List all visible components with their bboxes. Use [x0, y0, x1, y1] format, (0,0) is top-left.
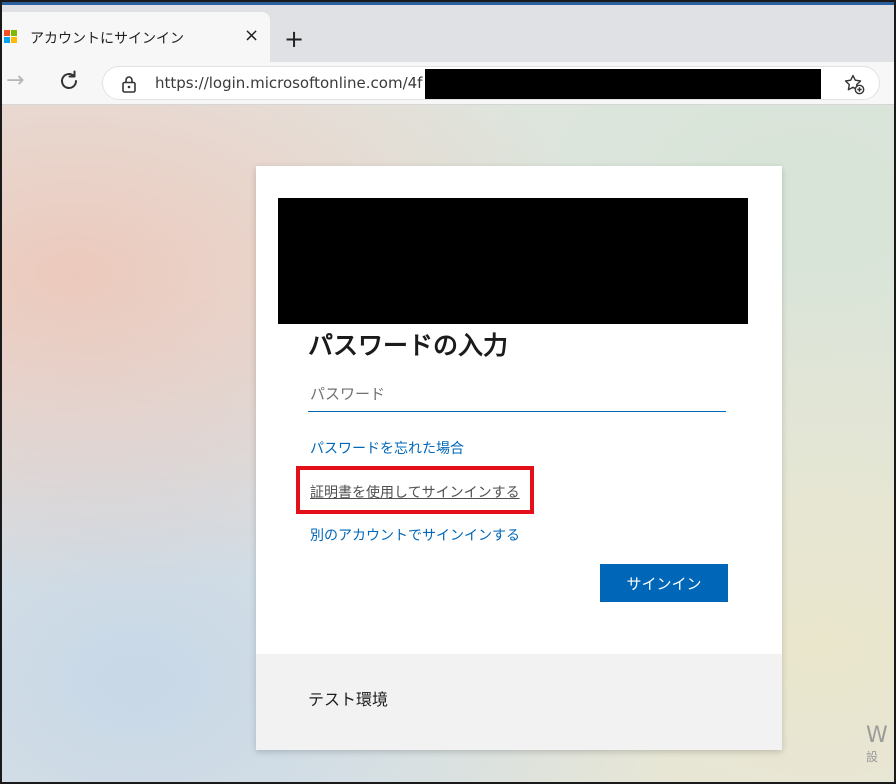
- screenshot-frame: アカウントにサインイン × + → https://login.microsof…: [0, 0, 896, 784]
- favorite-add-icon[interactable]: [843, 73, 865, 95]
- lock-icon: [122, 76, 136, 93]
- watermark-line-2: 設: [866, 750, 879, 764]
- browser-toolbar: → https://login.microsoftonline.com/4f: [2, 62, 894, 105]
- forward-arrow-icon[interactable]: →: [6, 68, 24, 93]
- new-tab-icon[interactable]: +: [284, 26, 304, 52]
- reload-icon[interactable]: [56, 68, 82, 94]
- tab-close-icon[interactable]: ×: [244, 26, 259, 46]
- password-input[interactable]: [308, 376, 726, 412]
- signin-button[interactable]: サインイン: [600, 564, 728, 602]
- forgot-password-link[interactable]: パスワードを忘れた場合: [310, 438, 464, 458]
- use-certificate-link[interactable]: 証明書を使用してサインインする: [310, 482, 520, 502]
- active-tab[interactable]: アカウントにサインイン ×: [2, 12, 270, 62]
- tab-title: アカウントにサインイン: [30, 31, 184, 47]
- watermark-line-1: W: [866, 723, 888, 748]
- redacted-url-block: [425, 69, 821, 99]
- page-title: パスワードの入力: [308, 331, 509, 360]
- redacted-logo-block: [278, 198, 748, 324]
- card-footer: テスト環境: [256, 654, 782, 750]
- footer-text: テスト環境: [308, 690, 389, 709]
- url-text: https://login.microsoftonline.com/4f: [155, 74, 423, 92]
- activation-watermark: W 設: [866, 723, 888, 764]
- signin-card: パスワードの入力 パスワードを忘れた場合 証明書を使用してサインインする 別のア…: [256, 166, 782, 750]
- window-top-edge: [2, 2, 894, 5]
- page-background: パスワードの入力 パスワードを忘れた場合 証明書を使用してサインインする 別のア…: [2, 105, 894, 782]
- address-bar[interactable]: https://login.microsoftonline.com/4f: [102, 66, 880, 100]
- other-account-link[interactable]: 別のアカウントでサインインする: [310, 525, 520, 545]
- microsoft-logo-icon: [4, 30, 18, 44]
- browser-tab-strip: アカウントにサインイン × +: [2, 2, 894, 62]
